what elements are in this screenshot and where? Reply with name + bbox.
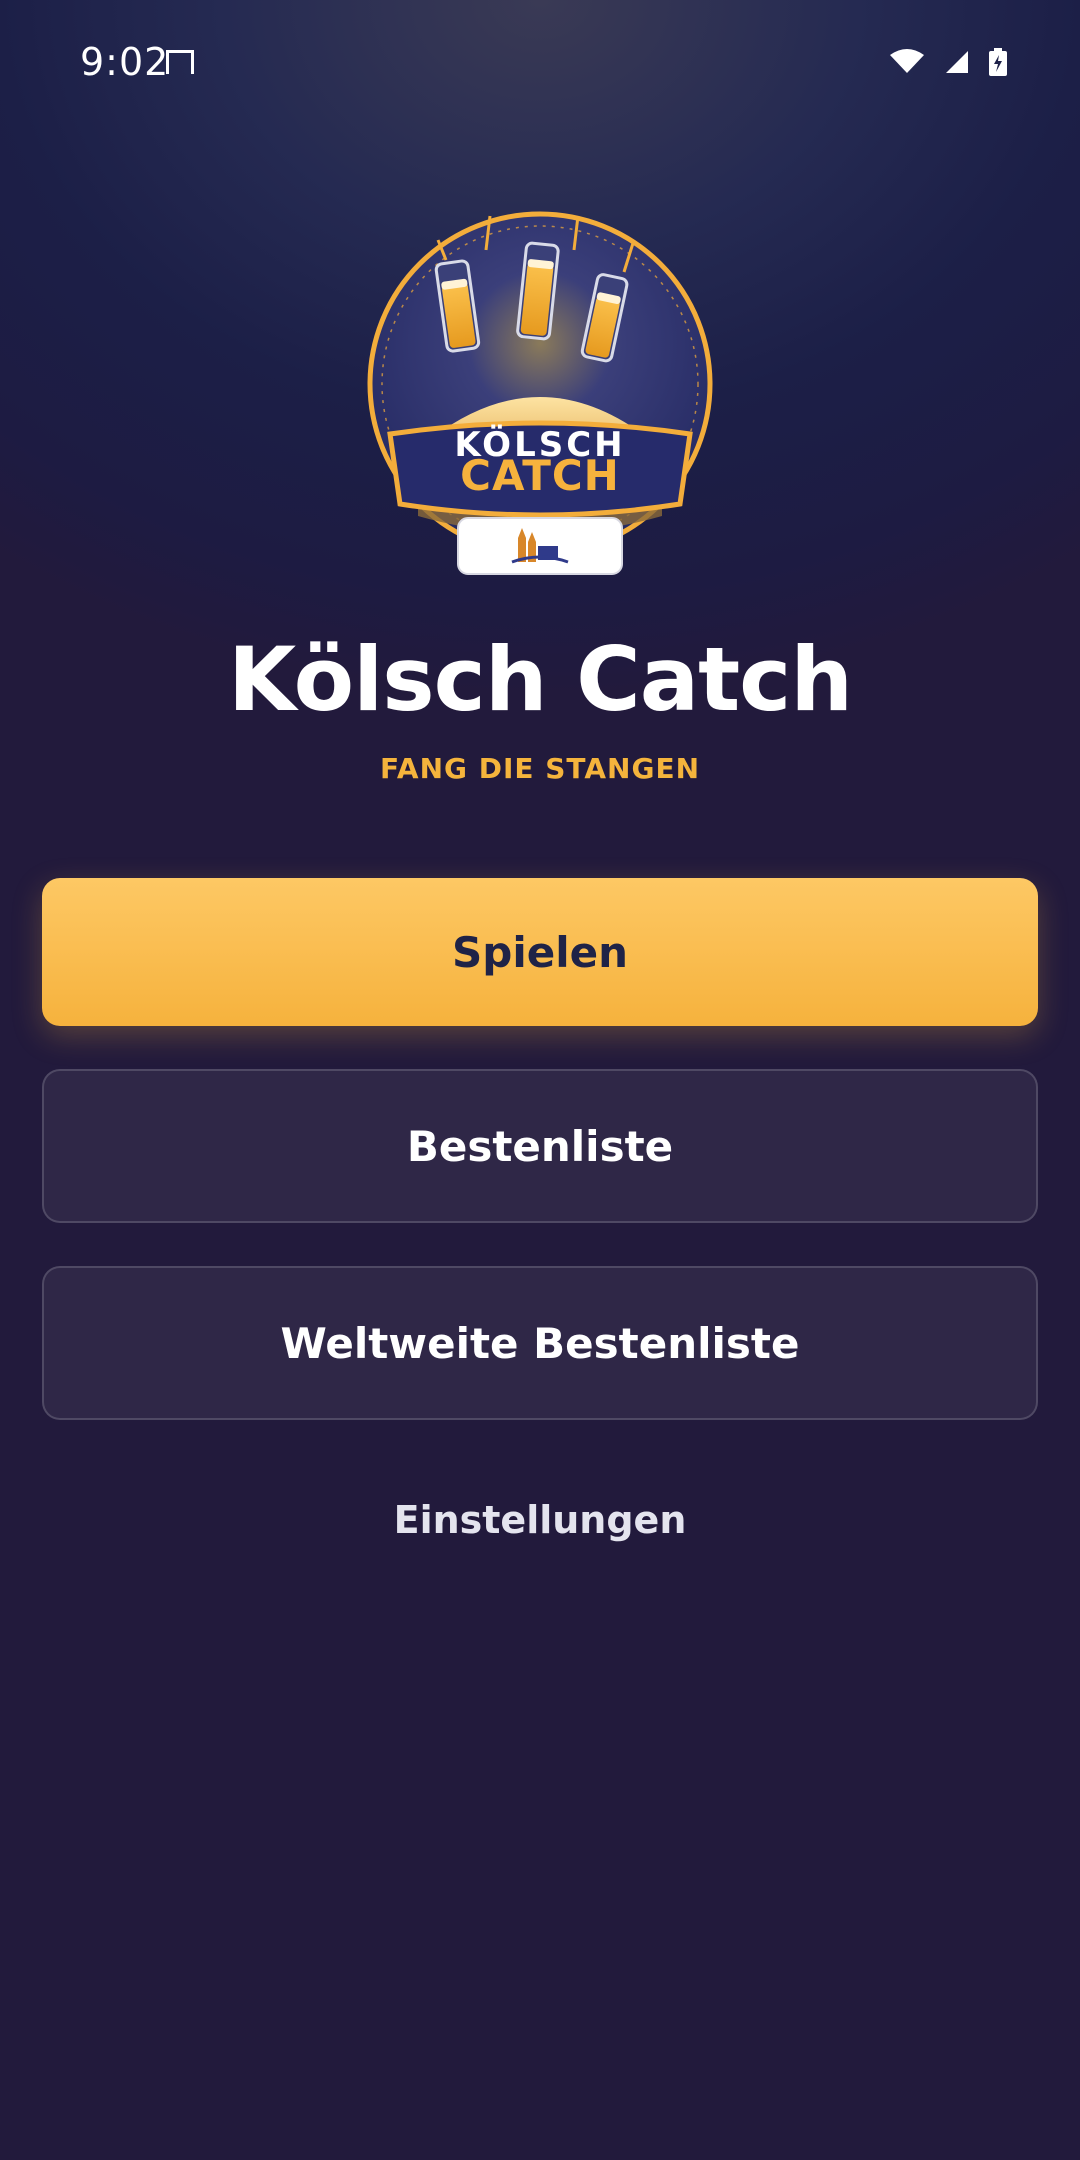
- status-bar: 9:02: [0, 0, 1080, 120]
- leaderboard-button[interactable]: Bestenliste: [42, 1069, 1038, 1223]
- signal-icon: [946, 51, 968, 73]
- battery-charging-icon: [989, 48, 1007, 76]
- global-leaderboard-button[interactable]: Weltweite Bestenliste: [42, 1266, 1038, 1420]
- app-title: Kölsch Catch: [228, 628, 853, 731]
- app-logo: KÖLSCH CATCH: [362, 206, 718, 578]
- logo-text-line2: CATCH: [460, 451, 620, 500]
- settings-link[interactable]: Einstellungen: [0, 1498, 1080, 1542]
- app-subtitle: FANG DIE STANGEN: [379, 752, 701, 785]
- play-button[interactable]: Spielen: [42, 878, 1038, 1026]
- status-time: 9:02: [80, 40, 170, 84]
- status-icons: [888, 48, 1008, 76]
- wifi-icon: [890, 49, 924, 73]
- sim-card-icon: [166, 50, 194, 74]
